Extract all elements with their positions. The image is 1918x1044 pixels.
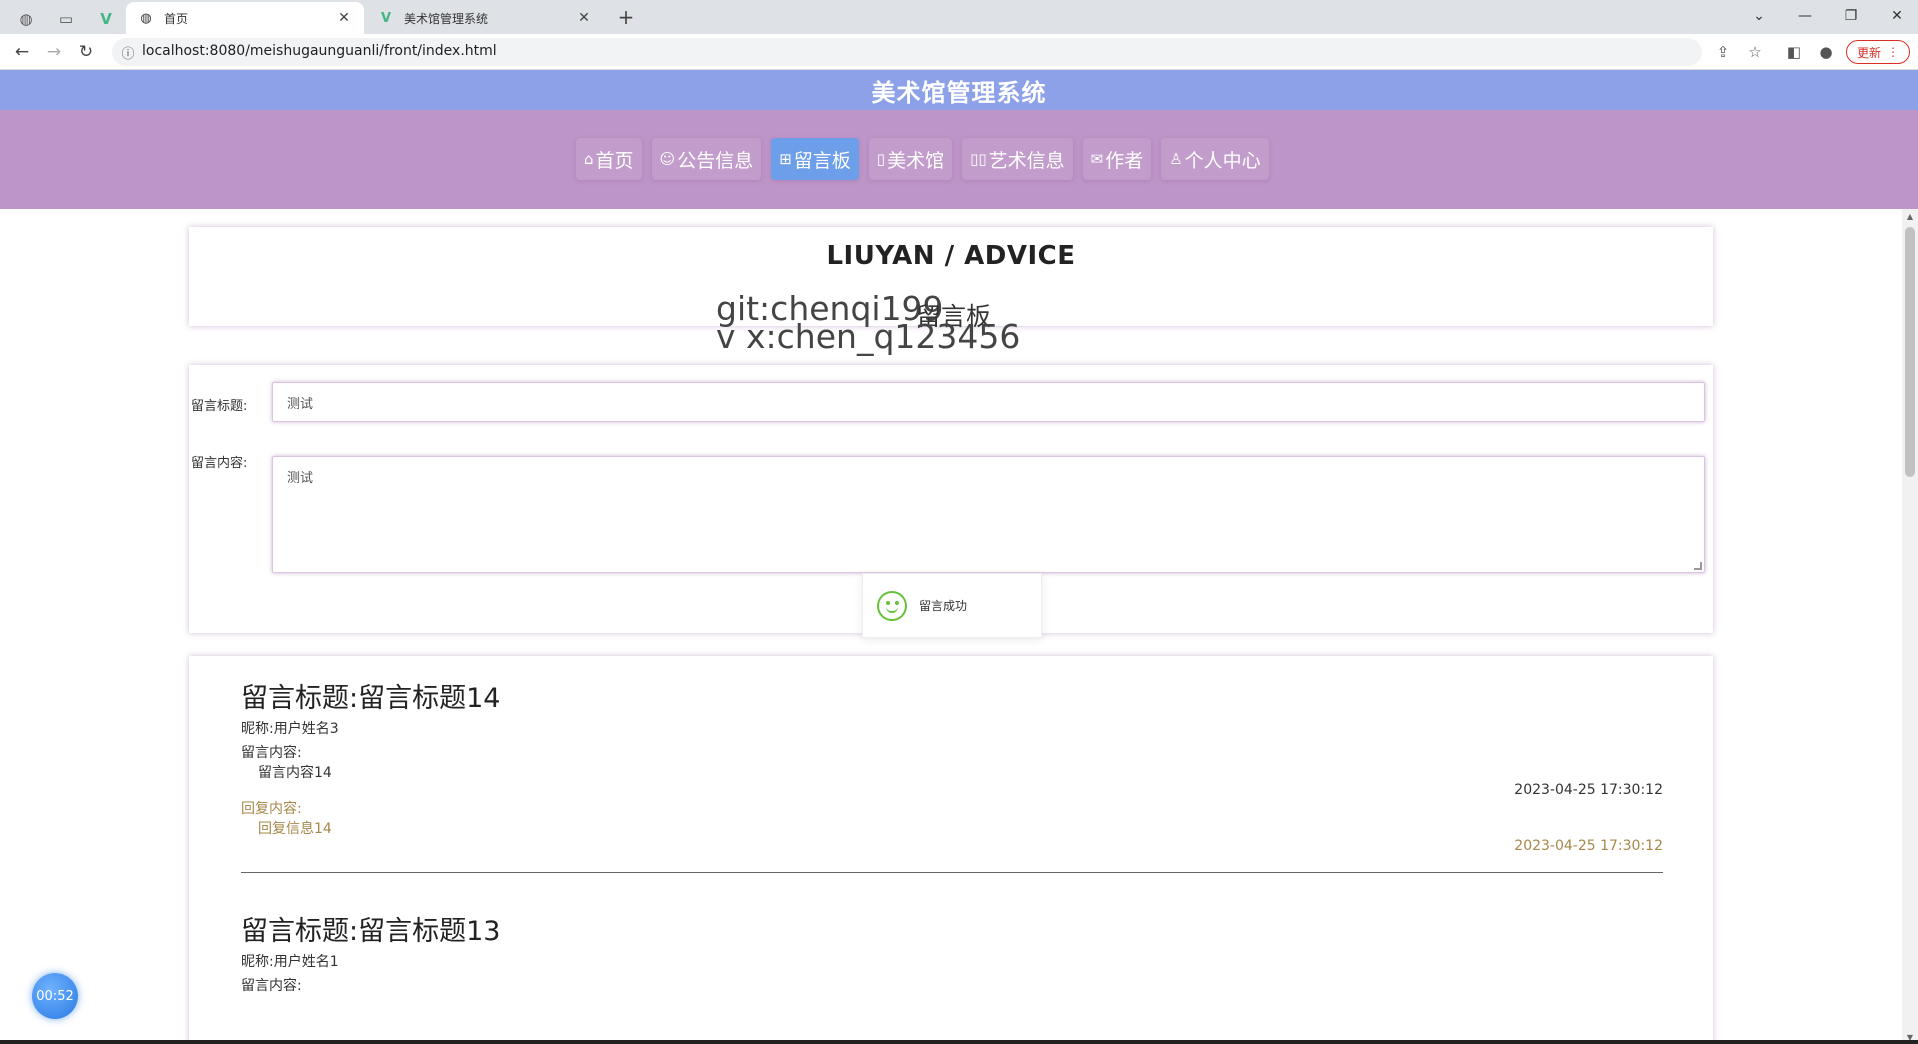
pinned-tab-blank-icon[interactable]: ▭ — [48, 5, 84, 33]
message-content-label: 留言内容: — [241, 978, 302, 994]
recording-timer[interactable]: 00:52 — [32, 973, 78, 1019]
back-icon[interactable]: ← — [8, 39, 36, 65]
browser-toolbar: ← → ↻ ⓘ localhost:8080/meishugaunguanli/… — [0, 34, 1918, 70]
browser-tab-bar: ◍ ▭ V ◍ 首页 ✕ V 美术馆管理系统 ✕ + ⌄ — ❐ ✕ — [0, 0, 1918, 34]
tab-search-icon[interactable]: ⌄ — [1736, 2, 1782, 30]
message-nickname: 昵称:用户姓名3 — [241, 721, 339, 737]
message-time: 2023-04-25 17:30:12 — [1514, 782, 1663, 798]
page-scrollbar[interactable]: ▲ ▼ — [1902, 209, 1918, 1044]
grid-icon: ⊞ — [779, 150, 792, 168]
message-content-label: 留言内容: — [241, 745, 302, 761]
close-tab-icon[interactable]: ✕ — [336, 10, 352, 26]
minimize-button[interactable]: — — [1782, 2, 1828, 30]
main-nav: ⌂ 首页 ☺ 公告信息 ⊞ 留言板 ▯ 美术馆 ▯▯ 艺术信息 ✉ 作者 ♙ 个… — [0, 110, 1918, 209]
museum-icon: ▯ — [876, 150, 886, 168]
vue-icon: V — [380, 10, 392, 26]
notice-icon: ☺ — [659, 150, 676, 168]
close-window-button[interactable]: ✕ — [1874, 2, 1918, 30]
mail-icon: ✉ — [1090, 150, 1104, 168]
url-text[interactable]: localhost:8080/meishugaunguanli/front/in… — [142, 43, 497, 59]
section-heading: LIUYAN / ADVICE git:chenqi199 留言板 — [189, 227, 1713, 331]
home-icon: ⌂ — [584, 150, 594, 168]
message-nickname: 昵称:用户姓名1 — [241, 954, 339, 970]
site-title: 美术馆管理系统 — [871, 78, 1047, 107]
nav-author[interactable]: ✉ 作者 — [1082, 138, 1152, 180]
content-textarea[interactable]: 测试 — [272, 456, 1705, 573]
site-header: 美术馆管理系统 — [0, 70, 1918, 110]
resize-handle-icon[interactable] — [1694, 562, 1702, 570]
tab-museum[interactable]: V 美术馆管理系统 ✕ — [366, 2, 604, 34]
update-button[interactable]: 更新 ⋮ — [1846, 40, 1910, 64]
heading-english: LIUYAN / ADVICE — [826, 241, 1076, 271]
nav-notice[interactable]: ☺ 公告信息 — [651, 138, 762, 180]
share-icon[interactable]: ⇪ — [1710, 39, 1736, 65]
title-input[interactable]: 测试 — [272, 382, 1705, 422]
close-tab-icon[interactable]: ✕ — [576, 10, 592, 26]
scrollbar-thumb[interactable] — [1905, 227, 1915, 477]
info-icon[interactable]: ⓘ — [118, 42, 138, 62]
more-menu-icon: ⋮ — [1887, 45, 1899, 59]
watermark-wechat: v x:chen_q123456 — [716, 317, 1021, 356]
smile-icon — [877, 590, 907, 621]
forward-icon[interactable]: → — [40, 39, 68, 65]
message-title: 留言标题:留言标题14 — [241, 683, 501, 714]
tab-home[interactable]: ◍ 首页 ✕ — [126, 2, 364, 34]
nav-art-info[interactable]: ▯▯ 艺术信息 — [962, 138, 1073, 180]
message-content: 留言内容14 — [258, 765, 332, 781]
nav-message-board[interactable]: ⊞ 留言板 — [771, 138, 859, 180]
restore-button[interactable]: ❐ — [1828, 2, 1874, 30]
art-icon: ▯▯ — [970, 150, 987, 168]
reply-time: 2023-04-25 17:30:12 — [1514, 838, 1663, 854]
address-bar[interactable]: ⓘ localhost:8080/meishugaunguanli/front/… — [112, 38, 1702, 66]
toast-message: 留言成功 — [919, 599, 968, 613]
reply-content: 回复信息14 — [258, 821, 332, 837]
taskbar-edge — [0, 1040, 1918, 1044]
side-panel-icon[interactable]: ◧ — [1781, 39, 1807, 65]
bookmark-star-icon[interactable]: ☆ — [1742, 39, 1768, 65]
profile-icon[interactable]: ● — [1813, 39, 1839, 65]
pinned-tab-globe-icon[interactable]: ◍ — [8, 5, 44, 33]
nav-museum[interactable]: ▯ 美术馆 — [868, 138, 953, 180]
nav-user-center[interactable]: ♙ 个人中心 — [1161, 138, 1269, 180]
new-tab-button[interactable]: + — [612, 4, 640, 30]
globe-icon: ◍ — [140, 10, 152, 26]
content-label: 留言内容: — [191, 456, 248, 471]
success-toast: 留言成功 — [862, 573, 1042, 638]
reload-icon[interactable]: ↻ — [72, 39, 100, 65]
pinned-tab-vue-icon[interactable]: V — [88, 5, 124, 33]
user-icon: ♙ — [1169, 150, 1183, 168]
message-list: 留言标题:留言标题14 昵称:用户姓名3 留言内容: 留言内容14 2023-0… — [189, 656, 1713, 1044]
divider — [241, 872, 1663, 873]
message-title: 留言标题:留言标题13 — [241, 916, 501, 947]
nav-home[interactable]: ⌂ 首页 — [576, 138, 642, 180]
scroll-up-icon[interactable]: ▲ — [1902, 209, 1918, 223]
reply-label: 回复内容: — [241, 801, 302, 817]
title-label: 留言标题: — [191, 399, 248, 414]
